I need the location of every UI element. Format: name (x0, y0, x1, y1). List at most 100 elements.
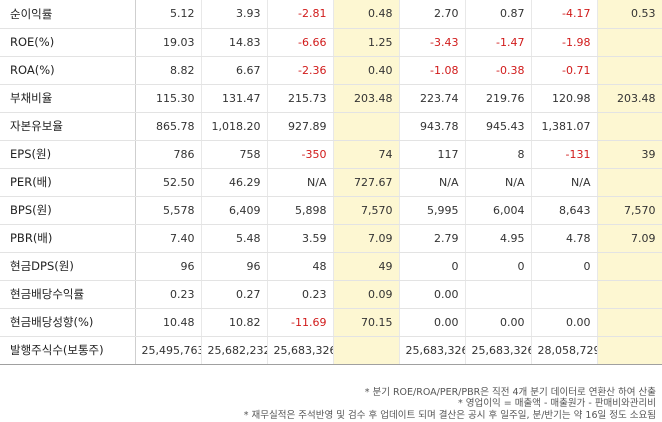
table-cell: 4.78 (531, 224, 598, 253)
table-row: 현금DPS(원) 96 96 48 49 0 0 0 (0, 252, 662, 281)
table-cell: 203.48 (597, 84, 662, 113)
row-label: PER(배) (0, 168, 136, 197)
table-cell (597, 28, 662, 57)
table-cell: 6.67 (201, 56, 268, 85)
table-cell: 215.73 (267, 84, 334, 113)
table-cell: 7,570 (597, 196, 662, 225)
table-cell: -1.98 (531, 28, 598, 57)
table-cell: 25,683,326 (267, 336, 334, 365)
table-cell: 943.78 (399, 112, 466, 141)
table-row: PER(배) 52.50 46.29 N/A 727.67 N/A N/A N/A (0, 168, 662, 197)
table-cell: 39 (597, 140, 662, 169)
table-cell: 0.23 (267, 280, 334, 309)
table-cell: 0.23 (135, 280, 202, 309)
row-label: 부채비율 (0, 84, 136, 113)
table-cell: -350 (267, 140, 334, 169)
table-cell: 10.48 (135, 308, 202, 337)
table-cell: 25,683,326 (465, 336, 532, 365)
table-cell: -131 (531, 140, 598, 169)
table-cell: 52.50 (135, 168, 202, 197)
table-cell: 131.47 (201, 84, 268, 113)
table-cell: -1.08 (399, 56, 466, 85)
table-cell: 3.59 (267, 224, 334, 253)
table-cell (597, 252, 662, 281)
table-cell: 727.67 (333, 168, 400, 197)
table-cell: 8,643 (531, 196, 598, 225)
table-cell: N/A (399, 168, 466, 197)
table-cell: -1.47 (465, 28, 532, 57)
table-cell: 0.53 (597, 0, 662, 29)
row-label: 현금배당수익률 (0, 280, 136, 309)
row-label: ROE(%) (0, 28, 136, 57)
table-cell: 203.48 (333, 84, 400, 113)
table-cell (333, 336, 400, 365)
table-body: 순이익률 5.12 3.93 -2.81 0.48 2.70 0.87 -4.17 0.53 RO… (0, 0, 662, 365)
table-cell (465, 280, 532, 309)
table-cell (531, 280, 598, 309)
table-cell: 117 (399, 140, 466, 169)
table-cell: 0.87 (465, 0, 532, 29)
table-cell: 120.98 (531, 84, 598, 113)
table-cell: 6,409 (201, 196, 268, 225)
table-cell: 49 (333, 252, 400, 281)
table-cell: 0 (465, 252, 532, 281)
table-cell: 70.15 (333, 308, 400, 337)
table-cell: 74 (333, 140, 400, 169)
table-cell: 115.30 (135, 84, 202, 113)
table-cell: 865.78 (135, 112, 202, 141)
table-cell: -2.36 (267, 56, 334, 85)
table-cell: 0 (531, 252, 598, 281)
table-cell: 25,683,326 (399, 336, 466, 365)
table-cell: 5,578 (135, 196, 202, 225)
table-cell: 0.09 (333, 280, 400, 309)
row-label: 발행주식수(보통주) (0, 336, 136, 365)
table-cell (597, 280, 662, 309)
table-cell: -11.69 (267, 308, 334, 337)
table-row: 현금배당성향(%) 10.48 10.82 -11.69 70.15 0.00 0.00 0.… (0, 308, 662, 337)
table-cell: 5.12 (135, 0, 202, 29)
row-label: 순이익률 (0, 0, 136, 29)
table-cell (597, 56, 662, 85)
table-cell: -0.38 (465, 56, 532, 85)
table-cell: 48 (267, 252, 334, 281)
table-cell: -4.17 (531, 0, 598, 29)
table-cell (597, 112, 662, 141)
table-cell: 7.40 (135, 224, 202, 253)
footnote-annualized: * 분기 ROE/ROA/PER/PBR은 직전 4개 분기 데이터로 연환산 … (364, 387, 656, 398)
row-label: 자본유보율 (0, 112, 136, 141)
table-cell: 0.27 (201, 280, 268, 309)
footnote-update-schedule: * 재무실적은 주석반영 및 검수 후 업데이트 되며 결산은 공시 후 일주일… (243, 409, 656, 421)
table-row: 현금배당수익률 0.23 0.27 0.23 0.09 0.00 (0, 280, 662, 309)
row-label: BPS(원) (0, 196, 136, 225)
table-cell (597, 336, 662, 365)
table-row: ROE(%) 19.03 14.83 -6.66 1.25 -3.43 -1.47 -1.98 (0, 28, 662, 57)
table-cell: N/A (267, 168, 334, 197)
table-cell: 0.00 (399, 280, 466, 309)
table-cell: 25,495,763 (135, 336, 202, 365)
financial-ratio-table: 순이익률 5.12 3.93 -2.81 0.48 2.70 0.87 -4.17 0.53 RO… (0, 0, 662, 365)
table-cell: 25,682,232 (201, 336, 268, 365)
table-cell: 4.95 (465, 224, 532, 253)
table-cell: 7,570 (333, 196, 400, 225)
table-cell: 10.82 (201, 308, 268, 337)
table-cell: 14.83 (201, 28, 268, 57)
table-cell (597, 308, 662, 337)
table-row: PBR(배) 7.40 5.48 3.59 7.09 2.79 4.95 4.78 7.09 (0, 224, 662, 253)
row-label: PBR(배) (0, 224, 136, 253)
table-cell: -2.81 (267, 0, 334, 29)
table-cell: 1,018.20 (201, 112, 268, 141)
table-cell: 5,995 (399, 196, 466, 225)
table-cell: 1,381.07 (531, 112, 598, 141)
row-label: EPS(원) (0, 140, 136, 169)
table-cell: 927.89 (267, 112, 334, 141)
table-cell: 96 (201, 252, 268, 281)
table-cell: 786 (135, 140, 202, 169)
table-row: 발행주식수(보통주) 25,495,763 25,682,232 25,683,326… (0, 336, 662, 365)
table-cell: 8.82 (135, 56, 202, 85)
footnote-operating-profit: * 영업이익 = 매출액 - 매출원가 - 판매비와관리비 (457, 398, 656, 410)
table-cell: 0.48 (333, 0, 400, 29)
table-cell: 1.25 (333, 28, 400, 57)
table-row: 부채비율 115.30 131.47 215.73 203.48 223.74 219.76… (0, 84, 662, 113)
table-cell: 5.48 (201, 224, 268, 253)
table-cell: 0.00 (465, 308, 532, 337)
